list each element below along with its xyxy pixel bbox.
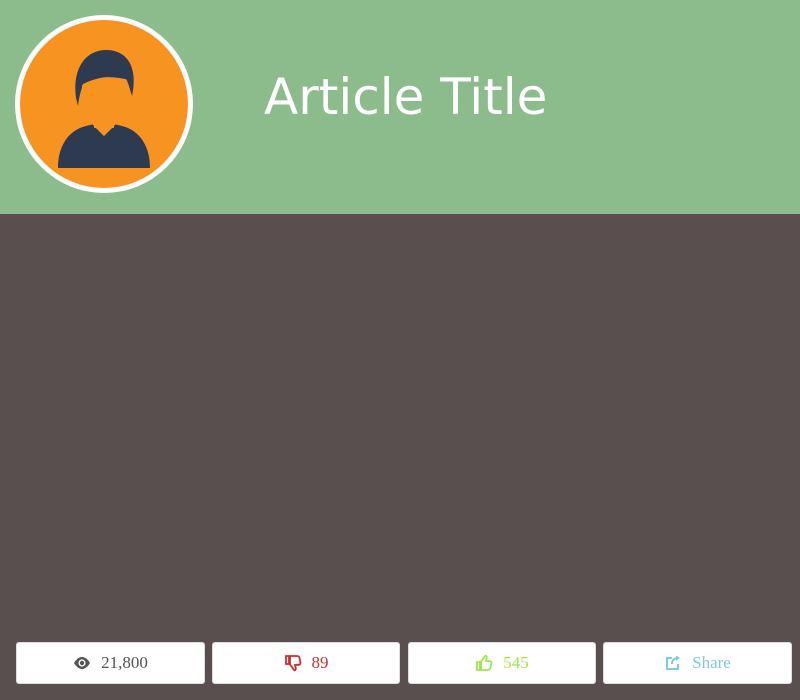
share-button[interactable]: Share — [603, 642, 792, 684]
article-stats-bar: 21,800 89 545 Share — [15, 642, 793, 686]
eye-icon — [74, 657, 91, 669]
user-icon — [58, 50, 150, 168]
share-icon — [666, 655, 681, 670]
share-label: Share — [692, 653, 731, 672]
article-title: Article Title — [264, 68, 548, 126]
article-header: Article Title — [0, 0, 800, 214]
thumbs-up-icon — [476, 654, 493, 671]
dislikes-count: 89 — [311, 653, 329, 672]
views-count: 21,800 — [101, 653, 148, 672]
author-avatar[interactable] — [15, 15, 193, 193]
article-content-area — [0, 214, 800, 634]
views-counter[interactable]: 21,800 — [16, 642, 205, 684]
like-button[interactable]: 545 — [408, 642, 596, 684]
avatar-circle — [20, 20, 188, 188]
thumbs-down-icon — [284, 655, 301, 672]
likes-count: 545 — [503, 653, 529, 672]
dislike-button[interactable]: 89 — [212, 642, 400, 684]
